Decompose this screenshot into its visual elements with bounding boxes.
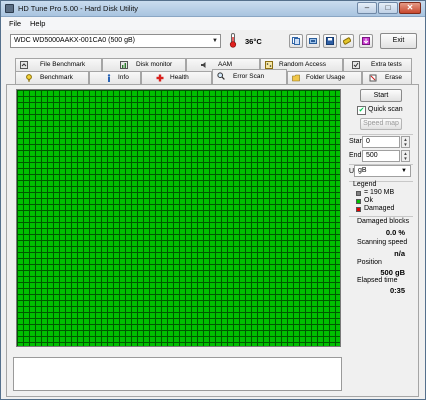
tab-label: Folder Usage (306, 74, 346, 81)
tab-label: Disk monitor (136, 61, 173, 68)
options-icon (343, 37, 351, 45)
tab-label: Extra tests (371, 61, 402, 68)
menu-bar: File Help (1, 17, 425, 30)
scanning-speed-value: n/a (394, 249, 405, 258)
tab-error-scan[interactable]: Error Scan (212, 69, 287, 84)
tab-folder-usage[interactable]: Folder Usage (287, 71, 362, 84)
copy-screenshot-button[interactable] (306, 34, 320, 48)
download-icon (362, 37, 370, 45)
start-position-spinner[interactable]: ▲ ▼ (401, 136, 410, 148)
quick-scan-label: Quick scan (368, 106, 403, 113)
tab-file-benchmark[interactable]: File Benchmark (15, 58, 102, 71)
title-bar[interactable]: HD Tune Pro 5.00 - Hard Disk Utility – □… (1, 1, 425, 17)
extra-tests-icon (352, 61, 360, 69)
thermometer-icon (229, 33, 237, 48)
start-button[interactable]: Start (360, 89, 402, 102)
file-benchmark-icon (20, 61, 28, 69)
drive-label: WDC WD5000AAKX-001CA0 (500 gB) (14, 37, 135, 44)
damaged-blocks-value: 0.0 % (385, 228, 405, 237)
minimize-button[interactable]: – (357, 2, 377, 14)
divider (349, 134, 413, 135)
legend-block-swatch (356, 191, 361, 196)
benchmark-icon (26, 74, 32, 82)
legend-damaged-swatch (356, 207, 361, 212)
toolbar: WDC WD5000AAKX-001CA0 (500 gB) ▼ 36°C Ex… (1, 30, 425, 54)
unit-dropdown[interactable]: gB ▼ (354, 165, 411, 177)
tab-label: Health (170, 74, 189, 81)
legend-title: Legend (353, 181, 377, 188)
window-title: HD Tune Pro 5.00 - Hard Disk Utility (18, 4, 139, 13)
tab-label: Erase (385, 74, 402, 81)
divider (349, 216, 413, 217)
end-position-field[interactable]: 500 (362, 150, 400, 162)
tab-disk-monitor[interactable]: Disk monitor (102, 58, 186, 71)
checkmark-icon: ✔ (358, 107, 365, 114)
tab-label: Benchmark (40, 74, 73, 81)
disk-monitor-icon (120, 61, 128, 69)
end-position-spinner[interactable]: ▲ ▼ (401, 150, 410, 162)
elapsed-time-value: 0:35 (389, 286, 405, 295)
tab-info[interactable]: Info (89, 71, 141, 84)
copy-info-button[interactable] (289, 34, 303, 48)
temperature-readout: 36°C (245, 37, 262, 46)
close-button[interactable]: ✕ (399, 2, 421, 14)
error-scan-icon (217, 72, 225, 80)
legend-block-size: = 190 MB (364, 189, 395, 196)
tab-label: Info (118, 74, 129, 81)
tab-health[interactable]: Health (141, 71, 212, 84)
menu-help[interactable]: Help (30, 19, 45, 28)
chevron-down-icon: ▼ (212, 38, 218, 44)
elapsed-time-label: Elapsed time (357, 277, 398, 284)
maximize-button[interactable]: □ (378, 2, 398, 14)
chevron-down-icon: ▼ (401, 168, 407, 174)
tab-label: File Benchmark (40, 61, 86, 68)
options-button[interactable] (340, 34, 354, 48)
spin-down-icon: ▼ (403, 156, 408, 161)
tab-label: Error Scan (233, 73, 265, 80)
save-icon (326, 37, 334, 45)
quick-scan-checkbox[interactable]: ✔ (357, 106, 366, 115)
error-scan-block-map (16, 89, 341, 347)
folder-icon (292, 74, 300, 82)
download-button[interactable] (359, 34, 373, 48)
unit-value: gB (358, 167, 367, 174)
app-window: HD Tune Pro 5.00 - Hard Disk Utility – □… (0, 0, 426, 400)
aam-icon (201, 62, 206, 68)
damaged-blocks-label: Damaged blocks (357, 218, 410, 225)
scanning-speed-label: Scanning speed (357, 239, 408, 246)
scan-log-box[interactable] (13, 357, 342, 391)
speed-map-button[interactable]: Speed map (360, 118, 402, 130)
copy-info-icon (292, 37, 300, 45)
tab-extra-tests[interactable]: Extra tests (343, 58, 412, 71)
save-button[interactable] (323, 34, 337, 48)
legend-ok-swatch (356, 199, 361, 204)
end-position-label: End (349, 152, 362, 159)
start-position-field[interactable]: 0 (362, 136, 400, 148)
tab-benchmark[interactable]: Benchmark (15, 71, 89, 84)
menu-file[interactable]: File (9, 19, 21, 28)
exit-button[interactable]: Exit (380, 33, 417, 49)
legend-damaged-label: Damaged (364, 205, 395, 212)
erase-icon (369, 74, 377, 82)
legend-ok-label: Ok (364, 197, 373, 204)
copy-screenshot-icon (309, 38, 317, 44)
spin-down-icon: ▼ (403, 142, 408, 147)
drive-dropdown[interactable]: WDC WD5000AAKX-001CA0 (500 gB) ▼ (10, 34, 221, 48)
info-icon (107, 74, 111, 82)
tab-erase[interactable]: Erase (362, 71, 412, 84)
health-icon (156, 74, 164, 82)
random-access-icon (265, 61, 273, 69)
position-label: Position (357, 259, 382, 266)
app-icon (5, 4, 14, 13)
position-value: 500 gB (380, 268, 405, 277)
